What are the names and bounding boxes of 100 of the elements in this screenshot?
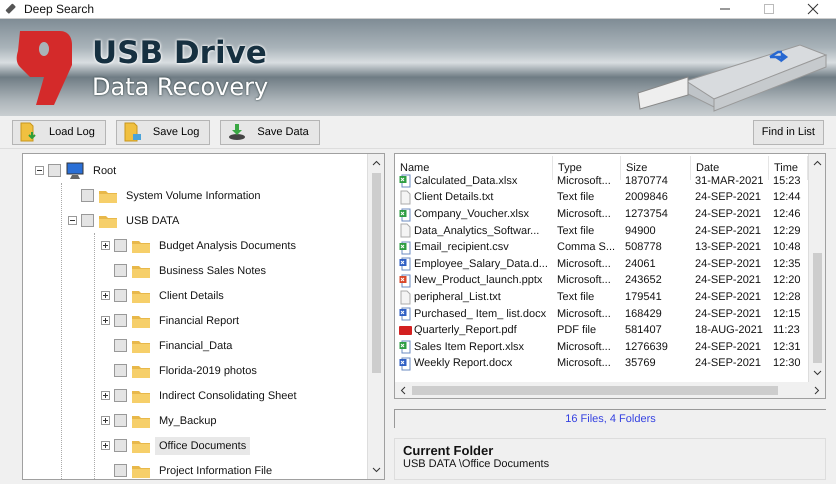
table-cell-text: 11:23 (772, 323, 801, 338)
tree-item[interactable]: Root (89, 162, 120, 180)
arrow-down-icon[interactable] (812, 368, 822, 377)
collapse-icon[interactable] (35, 166, 44, 175)
checkbox[interactable] (81, 189, 94, 202)
vertical-scrollbar[interactable] (367, 154, 384, 479)
tree-item[interactable]: Financial Report (155, 312, 244, 330)
file-name-cell[interactable]: Quarterly_Report.pdf (395, 322, 553, 339)
file-name-cell[interactable]: Sales Item Report.xlsx (395, 338, 553, 356)
find-in-list-button[interactable]: Find in List (752, 120, 824, 144)
table-cell-text: 35769 (624, 356, 657, 372)
table-cell-text: 12:29 (772, 224, 802, 239)
table-cell-text: 168429 (624, 306, 663, 322)
checkbox[interactable] (114, 339, 127, 352)
table-cell-text: Comma S... (556, 240, 616, 256)
tree-item[interactable]: Client Details (155, 286, 228, 304)
tree-item[interactable]: USB DATA (122, 212, 184, 230)
table-cell-text: 24-SEP-2021 (694, 256, 762, 272)
checkbox[interactable] (114, 464, 127, 477)
close-icon[interactable] (806, 2, 820, 16)
scrollbar-thumb[interactable] (372, 173, 380, 373)
download-icon (227, 123, 248, 141)
tree-item[interactable]: Office Documents (155, 436, 250, 454)
arrow-up-icon[interactable] (812, 159, 822, 168)
tree-item[interactable]: System Volume Information (122, 186, 265, 204)
scrollbar-thumb[interactable] (412, 386, 778, 394)
tree-item[interactable]: My_Backup (155, 412, 220, 430)
file-name-cell[interactable]: Email_recipient.csv (395, 238, 553, 256)
table-cell-text: 10:48 (772, 240, 802, 256)
toolbar-button[interactable]: Save Log (116, 120, 210, 144)
banner-title: USB Drive (92, 34, 268, 70)
expand-icon[interactable] (101, 391, 110, 400)
collapse-icon[interactable] (68, 216, 77, 225)
expand-icon[interactable] (101, 316, 110, 325)
checkbox[interactable] (81, 214, 94, 227)
spreadsheet-icon (399, 206, 412, 222)
horizontal-scrollbar[interactable] (395, 382, 825, 398)
checkbox[interactable] (48, 164, 61, 177)
banner-subtitle: Data Recovery (92, 72, 268, 100)
table-cell-text: 24-SEP-2021 (694, 207, 762, 222)
spreadsheet-icon (399, 339, 412, 354)
arrow-up-icon[interactable] (372, 159, 380, 168)
tree-item[interactable]: Project Information File (155, 462, 276, 479)
table-cell-text: Microsoft... (556, 306, 612, 322)
file-name-cell[interactable]: Employee_Salary_Data.d... (395, 256, 553, 272)
file-name-cell[interactable]: Company_Voucher.xlsx (395, 206, 553, 222)
checkbox[interactable] (114, 364, 127, 377)
tree-item[interactable]: Florida-2019 photos (155, 362, 261, 380)
file-export-icon (122, 122, 143, 142)
table-cell-text: Text file (556, 224, 596, 239)
file-name-cell[interactable]: New_Product_launch.pptx (395, 272, 553, 289)
expand-icon[interactable] (101, 416, 110, 425)
table-cell-text: Microsoft... (556, 273, 612, 288)
tree-item[interactable]: Budget Analysis Documents (155, 236, 300, 254)
checkbox[interactable] (114, 414, 127, 427)
table-cell-text: 24-SEP-2021 (694, 224, 762, 239)
vertical-scrollbar[interactable] (808, 154, 825, 382)
scrollbar-thumb[interactable] (812, 253, 822, 363)
table-cell-text: 13-SEP-2021 (694, 240, 762, 256)
table-cell-text: 12:15 (772, 306, 802, 322)
tree-item[interactable]: Financial_Data (155, 336, 236, 354)
file-name-cell[interactable]: Client Details.txt (395, 189, 553, 206)
checkbox[interactable] (114, 264, 127, 277)
table-cell-text: 12:35 (772, 256, 802, 272)
arrow-left-icon[interactable] (399, 386, 408, 394)
maximize-icon[interactable] (762, 2, 776, 16)
toolbar-button[interactable]: Load Log (12, 120, 106, 144)
expand-icon[interactable] (101, 441, 110, 450)
table-cell-text: 12:44 (772, 190, 802, 206)
table-cell-text: Microsoft... (556, 207, 612, 222)
spreadsheet-icon (399, 173, 412, 188)
table-cell-text: 24-SEP-2021 (694, 190, 762, 206)
table-cell-text: 24-SEP-2021 (694, 290, 762, 306)
checkbox[interactable] (114, 289, 127, 302)
checkbox[interactable] (114, 439, 127, 452)
table-cell-text: Microsoft... (556, 340, 612, 355)
expand-icon[interactable] (101, 291, 110, 300)
word-document-icon (399, 306, 412, 322)
tree-item[interactable]: Business Sales Notes (155, 262, 270, 280)
table-cell-text: 179541 (624, 290, 663, 306)
toolbar-button[interactable]: Save Data (220, 120, 320, 144)
checkbox[interactable] (114, 389, 127, 402)
file-name-cell[interactable]: Purchased_ Item_ list.docx (395, 305, 553, 322)
group-title: Current Folder (403, 443, 494, 458)
checkbox[interactable] (114, 239, 127, 252)
checkbox[interactable] (114, 314, 127, 327)
document-icon (399, 190, 412, 205)
tree-item[interactable]: Indirect Consolidating Sheet (155, 386, 301, 404)
arrow-down-icon[interactable] (372, 465, 380, 474)
file-name-cell[interactable]: Data_Analytics_Softwar... (395, 222, 553, 239)
table-cell-text: 18-AUG-2021 (694, 323, 764, 338)
table-cell-text: 12:46 (772, 207, 802, 222)
expand-icon[interactable] (101, 241, 110, 250)
file-name-cell[interactable]: peripheral_List.txt (395, 288, 553, 306)
window-title: Deep Search (24, 2, 96, 16)
file-name-cell[interactable]: Weekly Report.docx (395, 355, 553, 372)
presentation-icon (399, 272, 412, 288)
spreadsheet-icon (399, 240, 412, 255)
arrow-right-icon[interactable] (812, 386, 821, 394)
table-cell-text: PDF file (556, 323, 598, 338)
